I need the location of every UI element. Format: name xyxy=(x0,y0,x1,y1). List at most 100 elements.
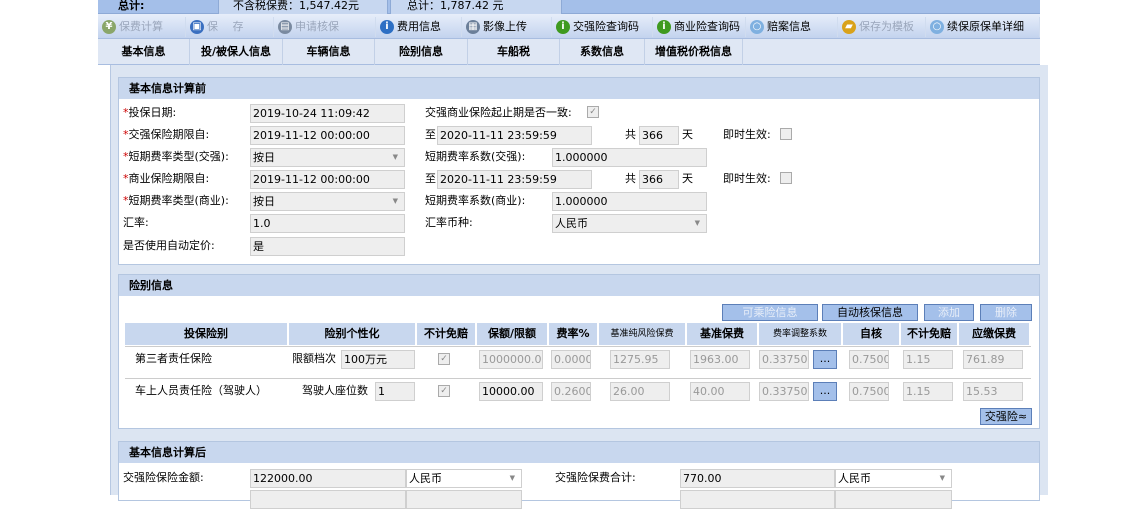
toolbar-button-3[interactable]: i 费用信息 xyxy=(376,17,462,37)
ci-amount-input[interactable]: 122000.00 xyxy=(250,469,406,488)
amount-input[interactable]: 10000.00 xyxy=(479,382,543,401)
info-green-icon: i xyxy=(556,20,570,34)
delete-button[interactable]: 删除 xyxy=(980,304,1032,321)
pure-premium-input[interactable]: 26.00 xyxy=(610,382,670,401)
passenger-info-button[interactable]: 可乘险信息 xyxy=(722,304,818,321)
summary-total-label: 总计: xyxy=(118,0,145,12)
rate-input[interactable]: 1.0 xyxy=(250,214,405,233)
toolbar-button-7[interactable]: ○ 赔案信息 xyxy=(746,17,838,37)
ci-short-type-label: *短期费率类型(交强): xyxy=(123,150,229,163)
due-premium-input[interactable]: 761.89 xyxy=(963,350,1023,369)
base-premium-input[interactable]: 1963.00 xyxy=(690,350,750,369)
ci-toggle-button[interactable]: 交强险≈ xyxy=(980,408,1032,425)
adjust-detail-button[interactable]: ... xyxy=(813,350,837,369)
auto-price-label: 是否使用自动定价: xyxy=(123,239,215,252)
to-label: 至 xyxy=(425,128,436,141)
pure-premium-input[interactable]: 1275.95 xyxy=(610,350,670,369)
currency-select[interactable]: 人民币 xyxy=(552,214,707,233)
column-header: 基准保费 xyxy=(687,323,757,345)
bi-start-input[interactable]: 2019-11-12 00:00:00 xyxy=(250,170,405,189)
toolbar-button-label: 赔案信息 xyxy=(767,20,811,33)
toolbar-button-4[interactable]: ▦ 影像上传 xyxy=(462,17,552,37)
next-row-input[interactable] xyxy=(250,490,406,509)
toolbar-button-label: 保费计算 xyxy=(119,20,163,33)
next-row-select[interactable] xyxy=(406,490,522,509)
toolbar-button-1[interactable]: ▣ 保 存 xyxy=(186,17,274,37)
toolbar-button-label: 费用信息 xyxy=(397,20,441,33)
tab-1[interactable]: 投/被保人信息 xyxy=(190,39,283,65)
rate-input[interactable]: 0.0000 xyxy=(551,350,591,369)
toolbar: ¥ 保费计算 ▣ 保 存 ▤ 申请核保 i 费用信息 ▦ 影像上传 i 交强险查询码 i 商业险查询码 ○ 赔… xyxy=(98,14,1040,39)
custom-label: 限额档次 xyxy=(292,352,336,365)
bi-days-input[interactable]: 366 xyxy=(639,170,679,189)
bi-short-coef-label: 短期费率系数(商业): xyxy=(425,194,526,207)
tab-5[interactable]: 系数信息 xyxy=(560,39,645,65)
custom-input[interactable]: 1 xyxy=(375,382,415,401)
bi-short-type-label: *短期费率类型(商业): xyxy=(123,194,229,207)
adjust-coef-input[interactable]: 0.337500 xyxy=(759,382,809,401)
toolbar-button-label: 保存为模板 xyxy=(859,20,914,33)
auto-price-input[interactable]: 是 xyxy=(250,237,405,256)
ci-days-input[interactable]: 366 xyxy=(639,126,679,145)
self-underwrite-input[interactable]: 0.75000 xyxy=(849,382,889,401)
ci-immediate-checkbox[interactable] xyxy=(780,128,792,140)
ci-short-type-select[interactable]: 按日 xyxy=(250,148,405,167)
bi-short-type-select[interactable]: 按日 xyxy=(250,192,405,211)
ci-start-input[interactable]: 2019-11-12 00:00:00 xyxy=(250,126,405,145)
toolbar-button-label: 商业险查询码 xyxy=(674,20,740,33)
toolbar-button-8[interactable]: ▰ 保存为模板 xyxy=(838,17,926,37)
base-premium-input[interactable]: 40.00 xyxy=(690,382,750,401)
toolbar-button-2[interactable]: ▤ 申请核保 xyxy=(274,17,376,37)
to-label: 至 xyxy=(425,172,436,185)
tab-6[interactable]: 增值税价税信息 xyxy=(645,39,743,65)
nondeductible-checkbox[interactable]: ✓ xyxy=(438,385,450,397)
section-title: 基本信息计算后 xyxy=(119,442,1039,463)
next-row-input[interactable] xyxy=(680,490,835,509)
tab-0[interactable]: 基本信息 xyxy=(98,39,190,65)
auto-underwrite-button[interactable]: 自动核保信息 xyxy=(822,304,918,321)
tab-3[interactable]: 险别信息 xyxy=(375,39,468,65)
rate-label: 汇率: xyxy=(123,216,149,229)
currency-label: 汇率币种: xyxy=(425,216,473,229)
bi-short-coef-input[interactable]: 1.000000 xyxy=(552,192,707,211)
apply-date-input[interactable]: 2019-10-24 11:09:42 xyxy=(250,104,405,123)
toolbar-button-5[interactable]: i 交强险查询码 xyxy=(552,17,653,37)
tab-bar: 基本信息 投/被保人信息 车辆信息 险别信息 车船税 系数信息 增值税价税信息 xyxy=(98,39,1040,65)
amount-input[interactable]: 1000000.00 xyxy=(479,350,543,369)
due-premium-input[interactable]: 15.53 xyxy=(963,382,1023,401)
summary-total: 总计：1,787.42 元 xyxy=(390,0,562,14)
ci-premium-input[interactable]: 770.00 xyxy=(680,469,835,488)
tab-4[interactable]: 车船税 xyxy=(468,39,560,65)
bi-start-label: *商业保险期限自: xyxy=(123,172,210,185)
bi-immediate-checkbox[interactable] xyxy=(780,172,792,184)
row-divider xyxy=(125,378,1031,379)
toolbar-button-6[interactable]: i 商业险查询码 xyxy=(653,17,746,37)
toolbar-button-0[interactable]: ¥ 保费计算 xyxy=(98,17,186,37)
ci-premium-currency-select[interactable]: 人民币 xyxy=(835,469,952,488)
tab-2[interactable]: 车辆信息 xyxy=(283,39,375,65)
immediate-label: 即时生效: xyxy=(723,172,771,185)
rate-input[interactable]: 0.2600 xyxy=(551,382,591,401)
custom-input[interactable]: 100万元 xyxy=(341,350,415,369)
next-row-select[interactable] xyxy=(835,490,952,509)
consistent-checkbox[interactable]: ✓ xyxy=(587,106,599,118)
column-header: 投保险别 xyxy=(125,323,287,345)
ci-short-coef-input[interactable]: 1.000000 xyxy=(552,148,707,167)
self-underwrite-input[interactable]: 0.75000 xyxy=(849,350,889,369)
adjust-detail-button[interactable]: ... xyxy=(813,382,837,401)
row-divider xyxy=(125,346,1031,347)
days-unit: 天 xyxy=(682,172,693,185)
ci-end-input[interactable]: 2020-11-11 23:59:59 xyxy=(437,126,592,145)
nondeductible-coef-input[interactable]: 1.15 xyxy=(903,350,953,369)
nondeductible-coef-input[interactable]: 1.15 xyxy=(903,382,953,401)
nondeductible-checkbox[interactable]: ✓ xyxy=(438,353,450,365)
add-button[interactable]: 添加 xyxy=(924,304,974,321)
days-unit: 天 xyxy=(682,128,693,141)
bi-end-input[interactable]: 2020-11-11 23:59:59 xyxy=(437,170,592,189)
ci-amount-currency-select[interactable]: 人民币 xyxy=(406,469,522,488)
template-icon: ▰ xyxy=(842,20,856,34)
toolbar-button-9[interactable]: ○ 续保原保单详细 xyxy=(926,17,1040,37)
adjust-coef-input[interactable]: 0.337500 xyxy=(759,350,809,369)
toolbar-button-label: 续保原保单详细 xyxy=(947,20,1024,33)
column-header: 自核 xyxy=(843,323,899,345)
